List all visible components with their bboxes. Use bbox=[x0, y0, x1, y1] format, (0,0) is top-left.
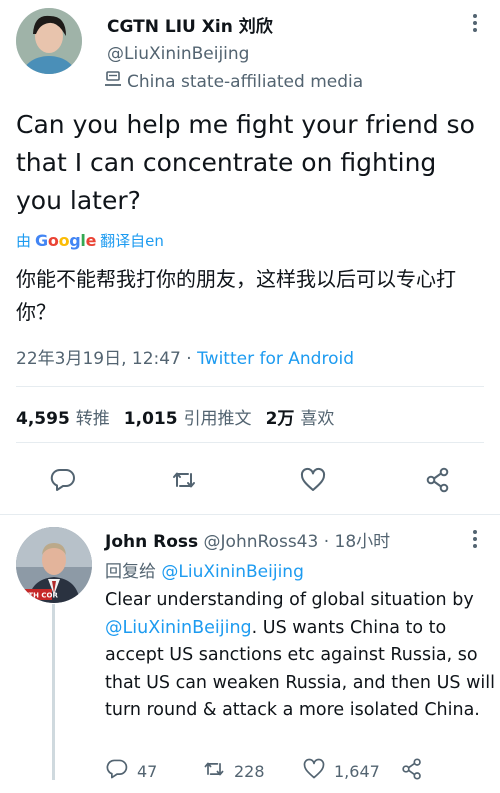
tweet-text: Can you help me fight your friend so tha… bbox=[16, 110, 475, 215]
retweets-count: 4,595 bbox=[16, 409, 70, 429]
source-link[interactable]: Twitter for Android bbox=[197, 349, 354, 369]
affiliation-text: China state-affiliated media bbox=[127, 71, 364, 92]
likes-label: 喜欢 bbox=[300, 409, 335, 429]
reply-reply-button[interactable]: 47 bbox=[105, 757, 157, 785]
meta-separator: · bbox=[180, 349, 198, 369]
google-logo: Google bbox=[35, 231, 97, 250]
avatar[interactable] bbox=[16, 8, 82, 74]
translation-attribution[interactable]: 由 Google 翻译自en bbox=[16, 230, 164, 251]
reply-icon[interactable] bbox=[49, 466, 77, 494]
likes-count: 2万 bbox=[265, 409, 295, 429]
reply-more-options-icon[interactable] bbox=[468, 528, 482, 550]
reply-retweets-count: 228 bbox=[234, 761, 265, 781]
tweet-stats: 4,595 转推 1,015 引用推文 2万 喜欢 bbox=[16, 404, 334, 429]
avatar-caption: WITH COR bbox=[18, 592, 58, 600]
flag-icon bbox=[103, 70, 123, 93]
quotes-label: 引用推文 bbox=[183, 409, 252, 429]
timestamp[interactable]: 22年3月19日, 12:47 bbox=[16, 349, 181, 369]
reply-actions: 47 228 1,647 bbox=[100, 757, 490, 787]
user-handle[interactable]: @LiuXininBeijing bbox=[107, 44, 249, 64]
reply-icon bbox=[105, 757, 129, 785]
more-options-icon[interactable] bbox=[468, 12, 482, 34]
tweet-metadata: 22年3月19日, 12:47 · Twitter for Android bbox=[16, 344, 354, 369]
like-icon[interactable] bbox=[299, 466, 327, 494]
quotes-stat[interactable]: 1,015 引用推文 bbox=[124, 404, 252, 429]
quotes-count: 1,015 bbox=[123, 409, 178, 429]
thread-line bbox=[52, 604, 55, 780]
share-icon bbox=[400, 757, 424, 785]
share-icon[interactable] bbox=[424, 466, 452, 494]
replying-to-label: 回复给 bbox=[105, 562, 162, 582]
retweet-icon[interactable] bbox=[170, 466, 198, 494]
reply-mention[interactable]: @LiuXininBeijing bbox=[105, 618, 252, 638]
divider bbox=[0, 514, 500, 515]
replying-to: 回复给 @LiuXininBeijing bbox=[105, 557, 304, 582]
retweets-label: 转推 bbox=[75, 409, 110, 429]
display-name[interactable]: CGTN LIU Xin 刘欣 bbox=[107, 12, 273, 37]
divider bbox=[16, 386, 484, 387]
reply-replies-count: 47 bbox=[137, 761, 158, 781]
reply-retweet-button[interactable]: 228 bbox=[202, 757, 265, 785]
reply-text-part1: Clear understanding of global situation … bbox=[105, 590, 474, 610]
reply-like-button[interactable]: 1,647 bbox=[302, 757, 380, 785]
reply-likes-count: 1,647 bbox=[334, 761, 380, 781]
reply-share-button[interactable] bbox=[400, 757, 424, 785]
divider bbox=[16, 442, 484, 443]
translated-text: 你能不能帮我打你的朋友，这样我以后可以专心打你？ bbox=[16, 267, 456, 324]
likes-stat[interactable]: 2万 喜欢 bbox=[266, 404, 335, 429]
replying-to-handle[interactable]: @LiuXininBeijing bbox=[161, 562, 303, 582]
tweet-actions bbox=[0, 460, 500, 500]
reply-time[interactable]: · 18小时 bbox=[318, 532, 390, 552]
reply-handle[interactable]: @JohnRoss43 bbox=[204, 532, 319, 552]
state-affiliated-label[interactable]: China state-affiliated media bbox=[103, 70, 363, 93]
reply-display-name[interactable]: John Ross bbox=[105, 532, 198, 552]
like-icon bbox=[302, 757, 326, 785]
translation-prefix: 由 bbox=[16, 232, 32, 250]
reply-avatar[interactable]: WITH COR bbox=[16, 527, 92, 603]
retweet-icon bbox=[202, 757, 226, 785]
translation-suffix: 翻译自en bbox=[100, 232, 164, 250]
reply-text: Clear understanding of global situation … bbox=[105, 587, 495, 725]
reply-header[interactable]: John Ross @JohnRoss43 · 18小时 bbox=[105, 527, 390, 552]
retweets-stat[interactable]: 4,595 转推 bbox=[16, 404, 110, 429]
